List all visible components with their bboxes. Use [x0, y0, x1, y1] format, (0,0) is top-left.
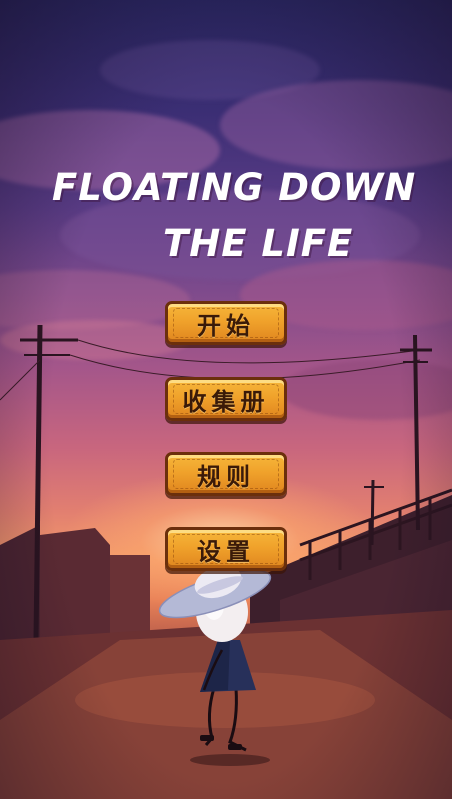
- game-title-line-1: FLOATING DOWN: [52, 166, 417, 209]
- game-title-line-2: THE LIFE: [163, 222, 354, 265]
- start-button[interactable]: 开始: [165, 301, 287, 345]
- houses-left: [0, 525, 150, 640]
- rules-button[interactable]: 规则: [165, 452, 287, 496]
- game-main-menu: FLOATING DOWN THE LIFE 开始 收集册 规则 设置: [0, 0, 452, 799]
- start-button-label: 开始: [197, 311, 255, 340]
- collection-button-label: 收集册: [182, 387, 270, 416]
- collection-button[interactable]: 收集册: [165, 377, 287, 421]
- settings-button-label: 设置: [197, 537, 255, 566]
- settings-button[interactable]: 设置: [165, 527, 287, 571]
- rules-button-label: 规则: [197, 462, 255, 491]
